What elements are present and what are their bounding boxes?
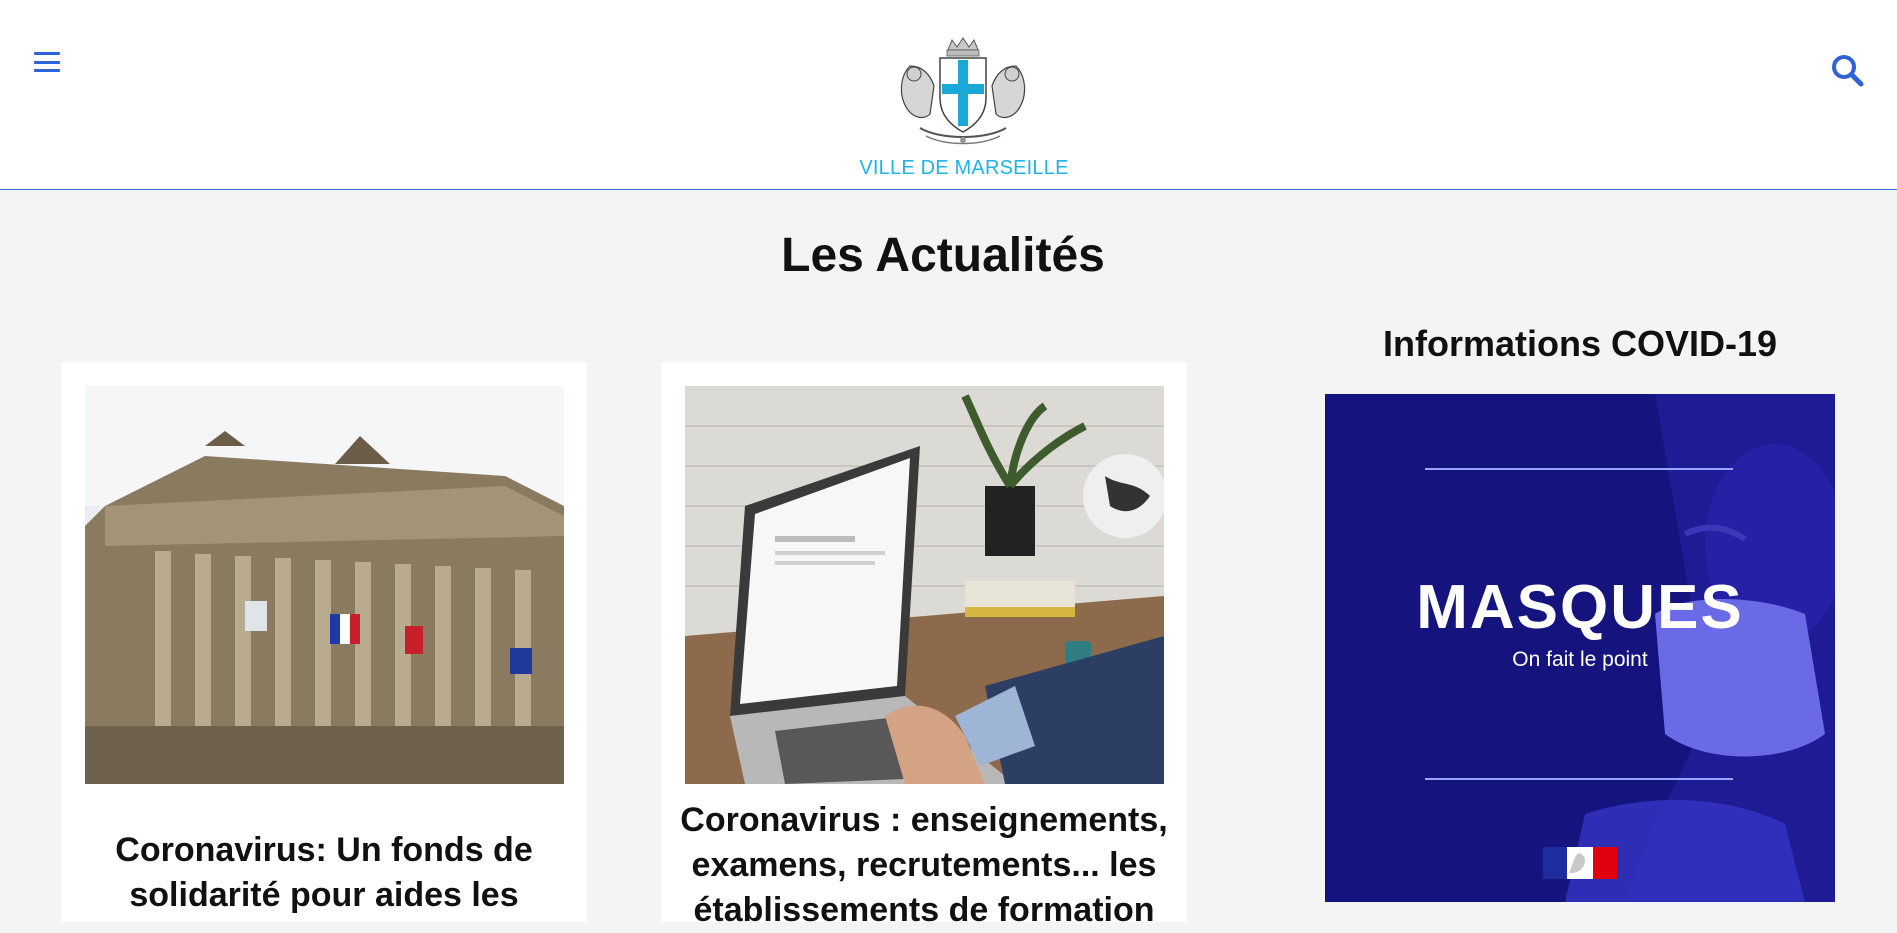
page-title: Les Actualités <box>781 229 1105 282</box>
republique-francaise-logo-icon <box>1543 847 1617 879</box>
banner-subtitle: On fait le point <box>1512 648 1648 671</box>
covid-section-title: Informations COVID-19 <box>1382 323 1778 364</box>
masques-banner[interactable]: MASQUES On fait le point <box>1325 394 1835 902</box>
search-icon[interactable] <box>1830 53 1864 87</box>
city-coat-of-arms-logo[interactable] <box>890 36 1036 148</box>
banner-title: MASQUES <box>1416 573 1744 642</box>
stock-exchange-building-image[interactable] <box>85 386 564 784</box>
news-headline[interactable]: Coronavirus : enseignements, examens, re… <box>675 798 1173 933</box>
hamburger-menu-icon[interactable] <box>34 50 60 74</box>
laptop-workspace-image[interactable] <box>685 386 1164 784</box>
divider-line <box>1425 778 1733 780</box>
divider-line <box>1425 468 1733 470</box>
brand-name[interactable]: VILLE DE MARSEILLE <box>0 157 1897 180</box>
site-header: VILLE DE MARSEILLE <box>0 0 1897 190</box>
news-headline[interactable]: Coronavirus: Un fonds de solidarité pour… <box>75 828 573 918</box>
news-card[interactable]: Coronavirus : enseignements, examens, re… <box>661 362 1187 929</box>
news-card[interactable]: Coronavirus: Un fonds de solidarité pour… <box>61 362 587 922</box>
